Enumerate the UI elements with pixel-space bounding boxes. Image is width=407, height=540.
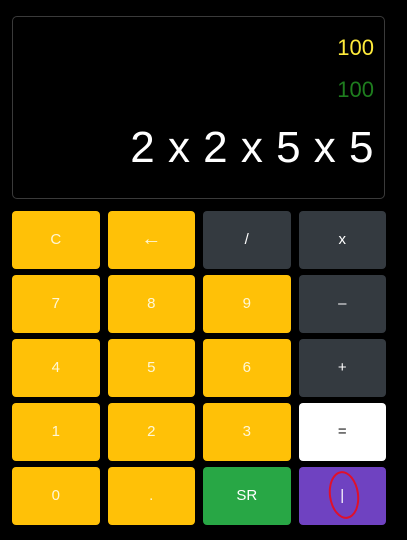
digit-7-button[interactable]: 7 [12,275,100,333]
digit-9-button[interactable]: 9 [203,275,291,333]
digit-6-button[interactable]: 6 [203,339,291,397]
digit-0-button[interactable]: 0 [12,467,100,525]
keypad: C ← / x 7 8 9 – 4 5 6 + 1 2 3 = 0 . SR | [12,211,388,525]
multiply-button[interactable]: x [298,211,386,269]
add-button[interactable]: + [298,339,386,397]
equals-button[interactable]: = [298,403,386,461]
digit-1-button[interactable]: 1 [12,403,100,461]
pipe-button[interactable]: | [298,467,386,525]
digit-3-button[interactable]: 3 [203,403,291,461]
clear-button[interactable]: C [12,211,100,269]
digit-5-button[interactable]: 5 [107,339,195,397]
backspace-button[interactable]: ← [107,211,195,269]
digit-8-button[interactable]: 8 [107,275,195,333]
digit-4-button[interactable]: 4 [12,339,100,397]
subtract-button[interactable]: – [298,275,386,333]
divide-button[interactable]: / [203,211,291,269]
pipe-button-label: | [340,487,345,505]
decimal-button[interactable]: . [107,467,195,525]
square-root-button[interactable]: SR [203,467,291,525]
digit-2-button[interactable]: 2 [107,403,195,461]
display-panel: 100 100 2 x 2 x 5 x 5 [12,16,385,199]
display-result-yellow: 100 [337,35,374,60]
calculator: 100 100 2 x 2 x 5 x 5 C ← / x 7 8 9 – 4 … [0,0,407,540]
display-result-green: 100 [337,77,374,102]
display-expression: 2 x 2 x 5 x 5 [130,123,374,172]
